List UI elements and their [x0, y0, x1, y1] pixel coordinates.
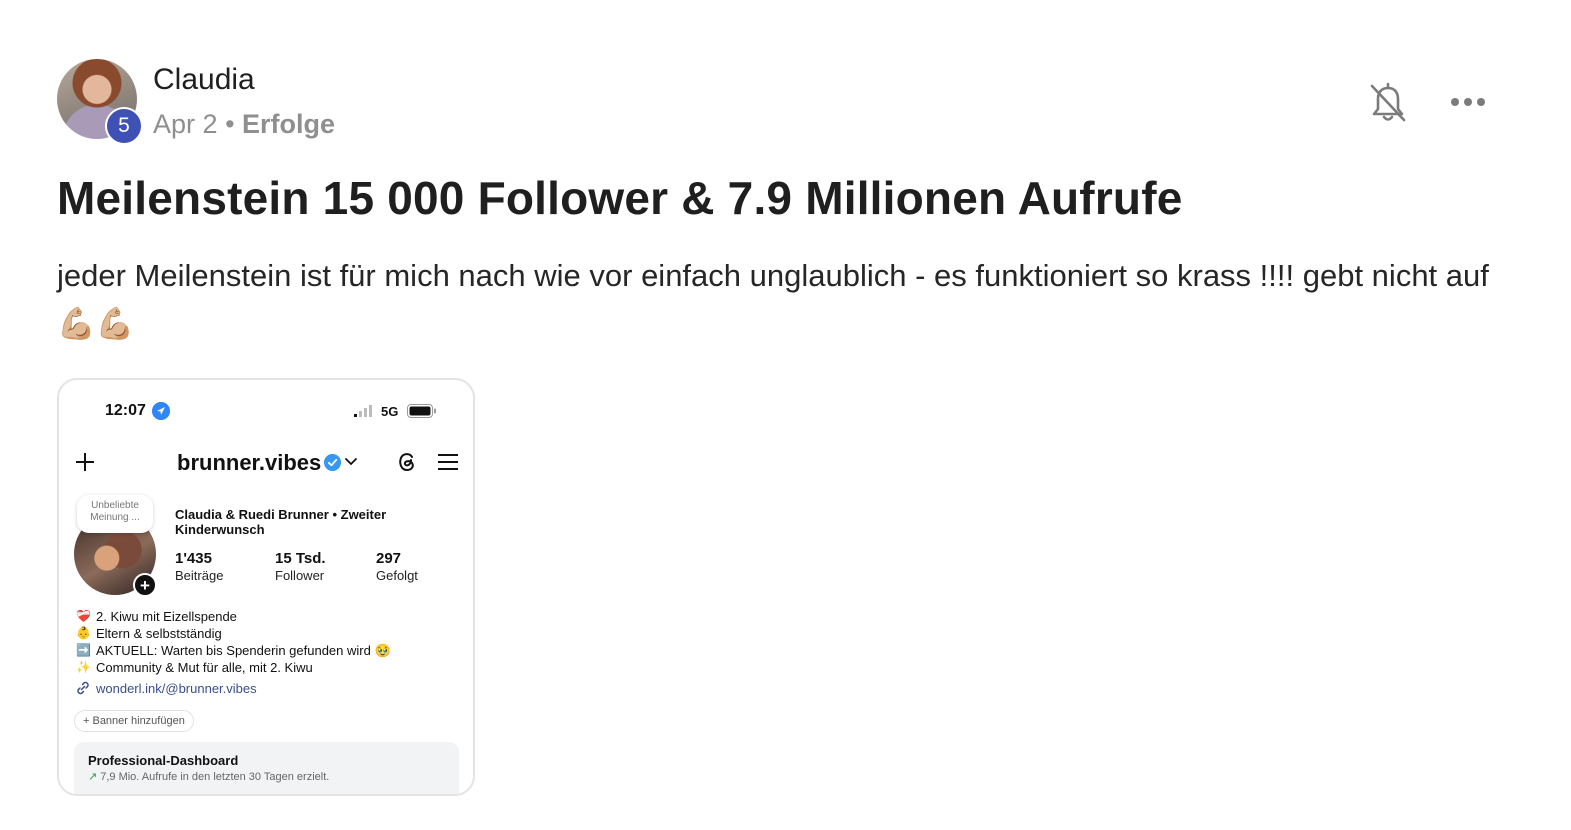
- bio-text: Community & Mut für alle, mit 2. Kiwu: [96, 660, 313, 675]
- create-plus-icon[interactable]: [73, 450, 97, 474]
- post-category[interactable]: Erfolge: [242, 109, 335, 139]
- add-story-icon[interactable]: +: [133, 573, 157, 597]
- post-meta: Apr 2 • Erfolge: [153, 109, 335, 140]
- author-avatar-container[interactable]: 5: [57, 59, 143, 145]
- bio-line: ❤️‍🩹 2. Kiwu mit Eizellspende: [75, 608, 391, 625]
- bio-text: AKTUELL: Warten bis Spenderin gefunden w…: [96, 643, 391, 658]
- location-arrow-icon: [152, 402, 170, 420]
- stat-label: Beiträge: [175, 568, 224, 583]
- bio-emoji: 👶: [76, 626, 91, 640]
- signal-icon: [354, 405, 372, 417]
- hamburger-menu-icon[interactable]: [437, 452, 459, 472]
- profile-username[interactable]: brunner.vibes: [177, 450, 321, 476]
- author-name[interactable]: Claudia: [153, 63, 255, 97]
- attached-screenshot[interactable]: 12:07 5G brunner.vibes Unbeliebte Meinun…: [57, 378, 475, 796]
- link-icon: [77, 681, 89, 695]
- bio-emoji: ❤️‍🩹: [76, 609, 91, 623]
- bio-line: ➡️ AKTUELL: Warten bis Spenderin gefunde…: [75, 642, 391, 659]
- threads-icon[interactable]: [395, 450, 419, 474]
- stat-posts[interactable]: 1'435 Beiträge: [175, 550, 223, 583]
- bio-emoji: ✨: [76, 660, 91, 674]
- stat-label: Follower: [275, 568, 325, 583]
- bio-text: Eltern & selbstständig: [96, 626, 222, 641]
- verified-badge-icon: [324, 454, 341, 471]
- post-date[interactable]: Apr 2: [153, 109, 218, 139]
- add-banner-button[interactable]: + Banner hinzufügen: [74, 710, 194, 732]
- profile-link-text[interactable]: wonderl.ink/@brunner.vibes: [96, 681, 257, 696]
- profile-display-name: Claudia & Ruedi Brunner • Zweiter Kinder…: [175, 507, 387, 537]
- professional-dashboard[interactable]: Professional-Dashboard ↗ 7,9 Mio. Aufrufe…: [74, 742, 459, 794]
- stat-label: Gefolgt: [376, 568, 418, 583]
- community-post: 5 Claudia Apr 2 • Erfolge Meilenstein 15…: [0, 0, 1571, 830]
- dashboard-title: Professional-Dashboard: [88, 753, 239, 768]
- stat-followers[interactable]: 15 Tsd. Follower: [275, 550, 326, 583]
- stat-following[interactable]: 297 Gefolgt: [376, 550, 418, 583]
- profile-bio: ❤️‍🩹 2. Kiwu mit Eizellspende 👶 Eltern &…: [75, 608, 391, 676]
- bio-emoji: ➡️: [76, 643, 91, 657]
- more-horizontal-icon[interactable]: [1448, 90, 1488, 114]
- status-time: 12:07: [105, 402, 146, 419]
- trend-up-icon: ↗: [88, 771, 98, 783]
- bio-line: 👶 Eltern & selbstständig: [75, 625, 391, 642]
- profile-note[interactable]: Unbeliebte Meinung ...: [77, 495, 153, 533]
- bell-off-icon[interactable]: [1368, 82, 1408, 124]
- post-body: jeder Meilenstein ist für mich nach wie …: [57, 258, 1489, 341]
- level-badge: 5: [105, 107, 143, 145]
- stat-value: 297: [376, 550, 402, 567]
- bio-line: ✨ Community & Mut für alle, mit 2. Kiwu: [75, 659, 391, 676]
- profile-link[interactable]: wonderl.ink/@brunner.vibes: [75, 680, 257, 696]
- bio-text: 2. Kiwu mit Eizellspende: [96, 609, 237, 624]
- dashboard-subtitle: ↗ 7,9 Mio. Aufrufe in den letzten 30 Tage…: [88, 770, 329, 783]
- dashboard-subtitle-text: 7,9 Mio. Aufrufe in den letzten 30 Tagen…: [100, 771, 330, 783]
- meta-separator: •: [225, 109, 235, 139]
- chevron-down-icon[interactable]: [344, 457, 358, 467]
- stat-value: 15 Tsd.: [275, 550, 326, 567]
- battery-icon: [407, 404, 436, 418]
- stat-value: 1'435: [175, 550, 212, 567]
- post-title: Meilenstein 15 000 Follower & 7.9 Millio…: [57, 172, 1183, 224]
- network-type: 5G: [381, 404, 399, 419]
